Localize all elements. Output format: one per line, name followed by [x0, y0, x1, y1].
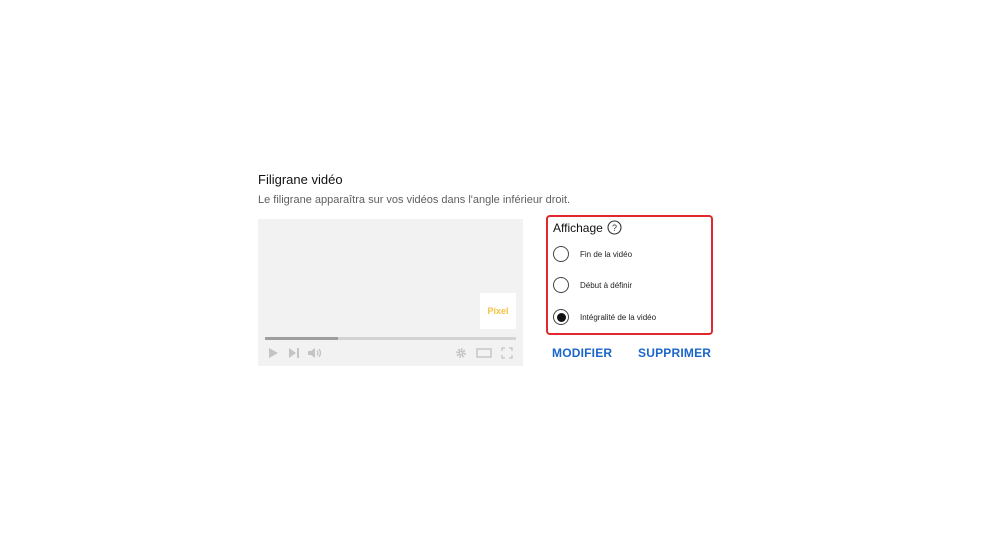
watermark-label: Pixel: [487, 306, 509, 316]
option-custom-start[interactable]: Début à définir: [553, 277, 632, 293]
theater-mode-icon: [476, 346, 492, 364]
option-entire-video[interactable]: Intégralité de la vidéo: [553, 309, 656, 325]
radio-selected-dot: [556, 312, 566, 322]
radio-custom-start[interactable]: [553, 277, 569, 293]
play-icon: [267, 346, 279, 364]
video-preview: Pixel: [258, 219, 523, 366]
option-label: Intégralité de la vidéo: [580, 312, 657, 322]
section-title: Filigrane vidéo: [258, 172, 343, 187]
modify-button[interactable]: MODIFIER: [552, 346, 612, 360]
section-description: Le filigrane apparaîtra sur vos vidéos d…: [258, 194, 571, 206]
option-label: Fin de la vidéo: [580, 249, 633, 259]
skip-next-icon: [288, 346, 300, 364]
volume-icon: [307, 346, 323, 364]
option-label: Début à définir: [580, 280, 633, 290]
delete-button[interactable]: SUPPRIMER: [638, 346, 711, 360]
radio-end-of-video[interactable]: [553, 246, 569, 262]
display-heading-label: Affichage: [553, 220, 603, 235]
svg-text:?: ?: [612, 223, 617, 233]
watermark-thumbnail: Pixel: [480, 293, 516, 329]
progress-bar: [265, 337, 516, 340]
fullscreen-icon: [501, 346, 513, 364]
option-end-of-video[interactable]: Fin de la vidéo: [553, 246, 632, 262]
display-heading: Affichage ?: [553, 220, 622, 235]
gear-icon: [455, 346, 467, 364]
help-icon[interactable]: ?: [607, 220, 622, 235]
display-options-panel: Affichage ? Fin de la vidéo Début à défi…: [546, 215, 713, 335]
progress-fill: [265, 337, 338, 340]
radio-entire-video[interactable]: [553, 309, 569, 325]
